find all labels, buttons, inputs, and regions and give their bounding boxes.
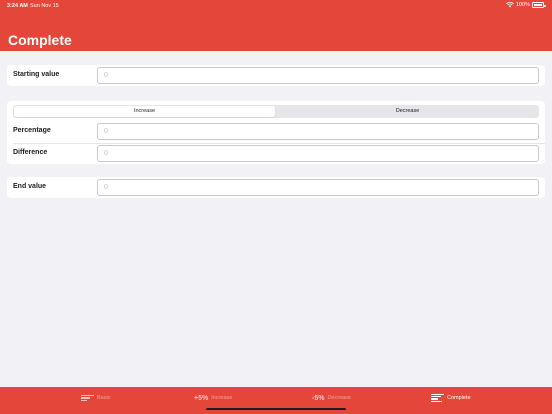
status-time: 3:24 AM — [7, 3, 28, 9]
status-date: Sun Nov 15 — [30, 3, 59, 9]
mode-segmented-control: Increase Decrease — [13, 105, 539, 118]
tab-complete[interactable]: Complete — [431, 393, 471, 403]
difference-input[interactable] — [97, 145, 539, 162]
tab-basic[interactable]: Basic — [81, 393, 110, 403]
end-value-input[interactable] — [97, 179, 539, 196]
bars-icon — [81, 394, 94, 402]
wifi-icon — [506, 2, 514, 8]
plus-percent-icon: +5% — [194, 394, 209, 402]
bars-icon — [431, 393, 444, 403]
status-indicators: 100% — [506, 2, 546, 8]
tab-decrease-label: Decrease — [327, 395, 351, 401]
home-indicator — [206, 408, 346, 410]
tab-decrease[interactable]: -5% Decrease — [312, 393, 351, 403]
difference-label: Difference — [13, 149, 48, 156]
page-title: Complete — [8, 32, 72, 48]
percentage-input[interactable] — [97, 123, 539, 140]
change-card: Increase Decrease Percentage Difference — [7, 101, 545, 164]
header: 3:24 AM Sun Nov 15 100% Complete — [0, 0, 552, 51]
end-value-label: End value — [13, 183, 47, 190]
segment-increase[interactable]: Increase — [14, 106, 275, 117]
end-value-card: End value — [7, 177, 545, 198]
tab-basic-label: Basic — [97, 395, 111, 401]
tab-increase[interactable]: +5% Increase — [194, 393, 232, 403]
status-bar: 3:24 AM Sun Nov 15 100% — [0, 0, 552, 12]
starting-value-row: Starting value — [7, 65, 545, 86]
starting-value-label: Starting value — [13, 71, 60, 78]
percentage-label: Percentage — [13, 127, 51, 134]
starting-value-card: Starting value — [7, 65, 545, 86]
minus-percent-icon: -5% — [312, 394, 325, 402]
end-value-row: End value — [7, 177, 545, 198]
segment-decrease[interactable]: Decrease — [277, 106, 538, 117]
tab-increase-label: Increase — [211, 395, 233, 401]
battery-icon — [532, 2, 546, 8]
tab-complete-label: Complete — [447, 395, 471, 401]
percentage-row: Percentage — [7, 121, 545, 142]
battery-percent: 100% — [515, 2, 530, 8]
difference-row: Difference — [7, 143, 545, 164]
starting-value-input[interactable] — [97, 67, 539, 84]
